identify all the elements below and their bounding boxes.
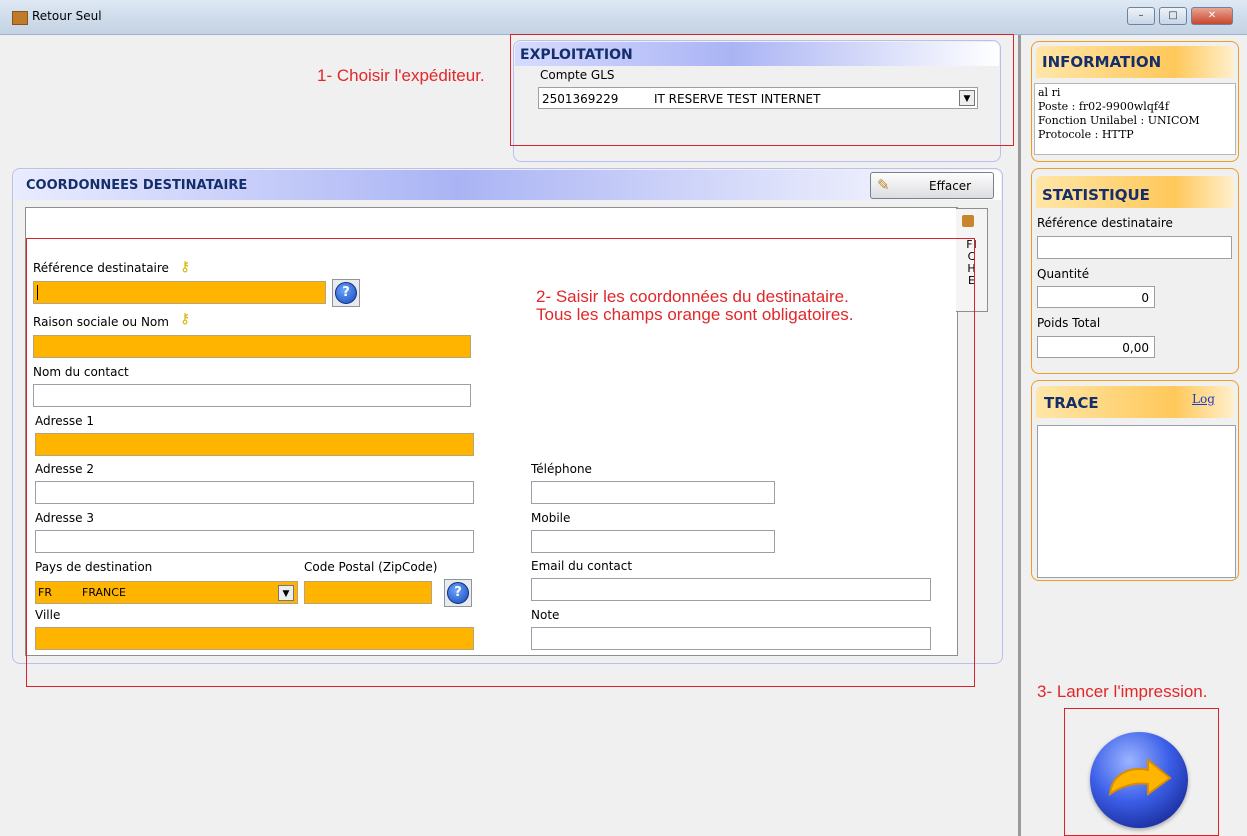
stat-weight-field: 0,00 <box>1037 336 1155 358</box>
step1-note: 1- Choisir l'expéditeur. <box>317 66 485 85</box>
info-user: al ri <box>1038 86 1061 99</box>
print-button[interactable] <box>1090 732 1188 828</box>
stat-weight-label: Poids Total <box>1037 316 1101 330</box>
close-button[interactable]: ✕ <box>1191 7 1233 25</box>
trace-header: TRACE <box>1044 394 1099 412</box>
recipient-header: COORDONNEES DESTINATAIRE <box>26 178 248 193</box>
log-link[interactable]: Log <box>1192 392 1215 406</box>
box-icon <box>962 215 974 227</box>
step2-note-line1: 2- Saisir les coordonnées du destinatair… <box>536 287 849 306</box>
stat-quantity-value: 0 <box>1141 291 1149 305</box>
trace-log-box[interactable] <box>1037 425 1236 578</box>
broom-icon: ✎ <box>877 176 890 194</box>
step1-highlight-box <box>510 34 1014 146</box>
minimize-button[interactable]: – <box>1127 7 1155 25</box>
statistique-header: STATISTIQUE <box>1042 186 1150 204</box>
stat-weight-value: 0,00 <box>1122 341 1149 355</box>
stat-quantity-field: 0 <box>1037 286 1155 308</box>
app-box-icon <box>12 11 28 25</box>
window-titlebar <box>0 0 1247 35</box>
step3-note: 3- Lancer l'impression. <box>1037 682 1208 701</box>
stat-reference-input[interactable] <box>1037 236 1232 259</box>
information-header: INFORMATION <box>1042 53 1162 71</box>
info-function: Fonction Unilabel : UNICOM <box>1038 114 1200 127</box>
step2-note-line2: Tous les champs orange sont obligatoires… <box>536 305 854 324</box>
info-protocol: Protocole : HTTP <box>1038 128 1134 141</box>
window-title: Retour Seul <box>32 9 102 23</box>
information-box: al ri Poste : fr02-9900wlqf4f Fonction U… <box>1034 83 1236 155</box>
maximize-button[interactable]: □ <box>1159 7 1187 25</box>
stat-reference-label: Référence destinataire <box>1037 216 1173 230</box>
right-pane-divider <box>1018 35 1021 836</box>
print-arrow-icon <box>1108 757 1172 797</box>
clear-button[interactable]: ✎ Effacer <box>870 172 994 199</box>
info-station: Poste : fr02-9900wlqf4f <box>1038 100 1170 113</box>
clear-button-label: Effacer <box>929 179 972 193</box>
stat-quantity-label: Quantité <box>1037 267 1090 281</box>
